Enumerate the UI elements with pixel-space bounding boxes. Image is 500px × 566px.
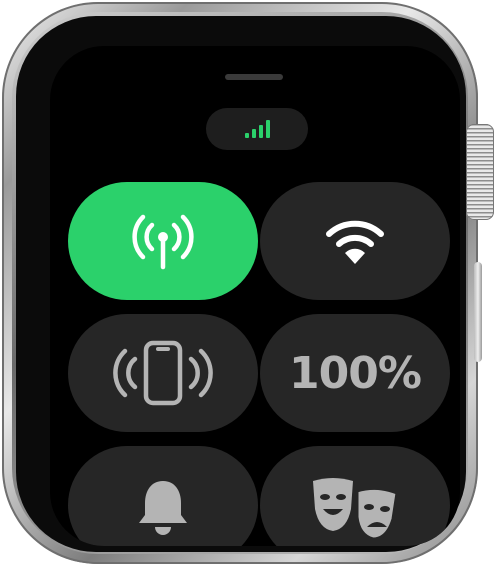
theater-mode-button[interactable] (260, 446, 450, 546)
silent-mode-button[interactable] (68, 446, 258, 546)
wifi-toggle-button[interactable] (260, 182, 450, 300)
bell-icon (135, 477, 191, 541)
ping-iphone-icon (113, 339, 213, 407)
cellular-antenna-icon (128, 211, 198, 271)
control-center-screen: 100% (50, 46, 460, 546)
cellular-signal-indicator (206, 108, 308, 150)
cellular-toggle-button[interactable] (68, 182, 258, 300)
side-button[interactable] (474, 262, 482, 362)
digital-crown[interactable] (466, 124, 494, 220)
signal-bars-icon (244, 120, 270, 138)
watch-bezel: 100% (16, 16, 466, 552)
theater-masks-icon (307, 475, 403, 541)
wifi-icon (323, 216, 387, 266)
drag-handle[interactable] (225, 74, 283, 80)
ping-iphone-button[interactable] (68, 314, 258, 432)
battery-button[interactable]: 100% (260, 314, 450, 432)
watch-case: 100% (2, 2, 478, 564)
battery-percentage: 100% (289, 347, 422, 399)
